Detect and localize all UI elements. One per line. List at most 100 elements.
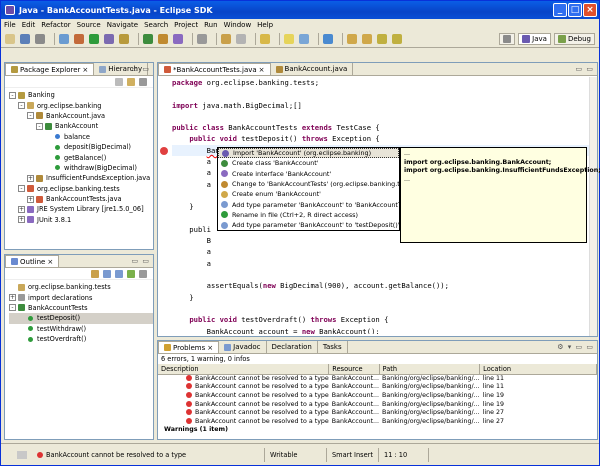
open-task-icon[interactable] — [173, 34, 183, 44]
tree-item[interactable]: - BankAccountTests — [9, 303, 153, 313]
expand-icon[interactable]: + — [18, 216, 25, 224]
tree-item[interactable]: - org.eclipse.banking — [9, 100, 153, 110]
table-row[interactable]: BankAccount cannot be resolved to a type… — [158, 374, 597, 383]
tree-item[interactable]: - BankAccount — [9, 121, 153, 131]
tab-bankaccount[interactable]: BankAccount.java — [271, 63, 354, 75]
tab-javadoc[interactable]: Javadoc — [219, 341, 267, 353]
tree-item[interactable]: getBalance() — [9, 152, 153, 162]
collapse-icon[interactable]: - — [18, 185, 25, 193]
close-tab-icon[interactable]: × — [207, 344, 213, 352]
perspective-debug[interactable]: Debug — [553, 33, 595, 45]
collapse-icon[interactable]: - — [9, 91, 16, 99]
new-class-icon[interactable] — [143, 34, 153, 44]
menu-file[interactable]: File — [4, 21, 16, 29]
collapse-icon[interactable]: - — [18, 102, 25, 110]
close-tab-icon[interactable]: × — [47, 258, 53, 266]
menu-window[interactable]: Window — [224, 21, 252, 29]
column-resource[interactable]: Resource — [328, 364, 380, 375]
sort-icon[interactable] — [91, 269, 99, 278]
globe-icon[interactable] — [323, 34, 333, 44]
search-icon[interactable] — [221, 34, 231, 44]
table-row[interactable]: BankAccount cannot be resolved to a type… — [158, 400, 597, 409]
table-row[interactable]: BankAccount cannot be resolved to a type… — [158, 391, 597, 400]
minimize-maximize-icon[interactable]: ▭ ▭ — [132, 257, 150, 265]
tab-package-explorer[interactable]: Package Explorer × — [5, 63, 95, 75]
column-path[interactable]: Path — [379, 364, 481, 375]
fast-view-icon[interactable] — [17, 450, 27, 459]
menu-navigate[interactable]: Navigate — [107, 21, 138, 29]
tree-item[interactable]: deposit(BigDecimal) — [9, 142, 153, 152]
menu-search[interactable]: Search — [144, 21, 168, 29]
tree-item[interactable]: + BankAccountTests.java — [9, 194, 153, 204]
filter-icon[interactable]: ⚙ ▾ ▭ ▭ — [557, 343, 594, 351]
expand-icon[interactable]: + — [27, 195, 34, 203]
new-java-project-icon[interactable] — [104, 34, 114, 44]
tree-item[interactable]: - BankAccount.java — [9, 111, 153, 121]
close-tab-icon[interactable]: × — [259, 66, 265, 74]
quick-fix-item[interactable]: Add type parameter 'BankAccount' to 'Ban… — [218, 199, 416, 209]
tree-item[interactable]: - Banking — [9, 90, 153, 100]
tree-item[interactable]: org.eclipse.banking.tests — [9, 282, 153, 292]
run-icon[interactable] — [89, 34, 99, 44]
view-menu-icon[interactable] — [139, 77, 147, 86]
quick-fix-item[interactable]: Create enum 'BankAccount' — [218, 189, 399, 199]
tree-item[interactable]: + JUnit 3.8.1 — [9, 215, 153, 225]
minimize-button[interactable]: _ — [553, 3, 567, 17]
tree-item[interactable]: balance — [9, 132, 153, 142]
tree-item[interactable]: testOverdraft() — [9, 334, 153, 344]
print-icon[interactable] — [35, 34, 45, 44]
quick-fix-item[interactable]: Create interface 'BankAccount' — [218, 169, 399, 179]
external-tools-icon[interactable] — [74, 34, 84, 44]
open-perspective-button[interactable] — [499, 33, 516, 45]
close-button[interactable]: × — [583, 3, 597, 17]
collapse-all-icon[interactable] — [115, 77, 123, 86]
open-file-icon[interactable] — [260, 34, 270, 44]
menu-refactor[interactable]: Refactor — [41, 21, 70, 29]
menu-source[interactable]: Source — [77, 21, 101, 29]
open-type-icon[interactable] — [158, 34, 168, 44]
tree-item[interactable]: testDeposit() — [9, 313, 153, 324]
maximize-button[interactable]: □ — [568, 3, 582, 17]
perspective-java[interactable]: Java — [518, 33, 551, 45]
menu-help[interactable]: Help — [257, 21, 273, 29]
column-description[interactable]: Description — [158, 364, 330, 375]
table-row[interactable]: BankAccount cannot be resolved to a type… — [158, 408, 597, 417]
hide-nonpublic-icon[interactable] — [127, 269, 135, 278]
tree-item[interactable]: testWithdraw() — [9, 324, 153, 334]
toggle-mark-icon[interactable] — [197, 34, 207, 44]
table-row[interactable]: BankAccount cannot be resolved to a type… — [158, 417, 597, 426]
column-location[interactable]: Location — [479, 364, 597, 375]
hide-fields-icon[interactable] — [103, 269, 111, 278]
new-icon[interactable] — [5, 34, 15, 44]
prev-annotation-icon[interactable] — [362, 34, 372, 44]
view-menu-icon[interactable] — [139, 269, 147, 278]
menu-project[interactable]: Project — [174, 21, 198, 29]
link-with-editor-icon[interactable] — [127, 77, 135, 86]
save-icon[interactable] — [20, 34, 30, 44]
error-marker-icon[interactable] — [160, 147, 168, 155]
minimize-maximize-icon[interactable]: ▭ ▭ — [132, 65, 150, 73]
next-annotation-icon[interactable] — [347, 34, 357, 44]
highlight-icon[interactable] — [284, 34, 294, 44]
tab-outline[interactable]: Outline × — [5, 255, 60, 267]
collapse-icon[interactable]: - — [27, 112, 34, 120]
tree-item[interactable]: withdraw(BigDecimal) — [9, 163, 153, 173]
tree-item[interactable]: + import declarations — [9, 292, 153, 302]
quick-fix-item[interactable]: Create class 'BankAccount' — [218, 158, 399, 168]
tab-tasks[interactable]: Tasks — [318, 341, 348, 353]
vertical-scrollbar[interactable] — [589, 77, 597, 336]
new-package-icon[interactable] — [119, 34, 129, 44]
expand-icon[interactable]: + — [9, 294, 16, 302]
close-tab-icon[interactable]: × — [82, 66, 88, 74]
edit-icon[interactable] — [236, 34, 246, 44]
tab-problems[interactable]: Problems × — [158, 341, 220, 353]
menu-run[interactable]: Run — [204, 21, 217, 29]
tree-item[interactable]: + InsufficientFundsException.java — [9, 173, 153, 183]
minimize-maximize-icon[interactable]: ▭ ▭ — [576, 65, 594, 73]
forward-icon[interactable] — [392, 34, 402, 44]
expand-icon[interactable]: + — [18, 205, 25, 213]
quick-fix-item[interactable]: Change to 'BankAccountTests' (org.eclips… — [218, 179, 415, 189]
quick-fix-item[interactable]: Import 'BankAccount' (org.eclipse.bankin… — [218, 148, 399, 159]
warnings-group-row[interactable]: Warnings (1 item) — [158, 426, 597, 435]
tab-bankaccounttests[interactable]: *BankAccountTests.java × — [158, 63, 271, 75]
